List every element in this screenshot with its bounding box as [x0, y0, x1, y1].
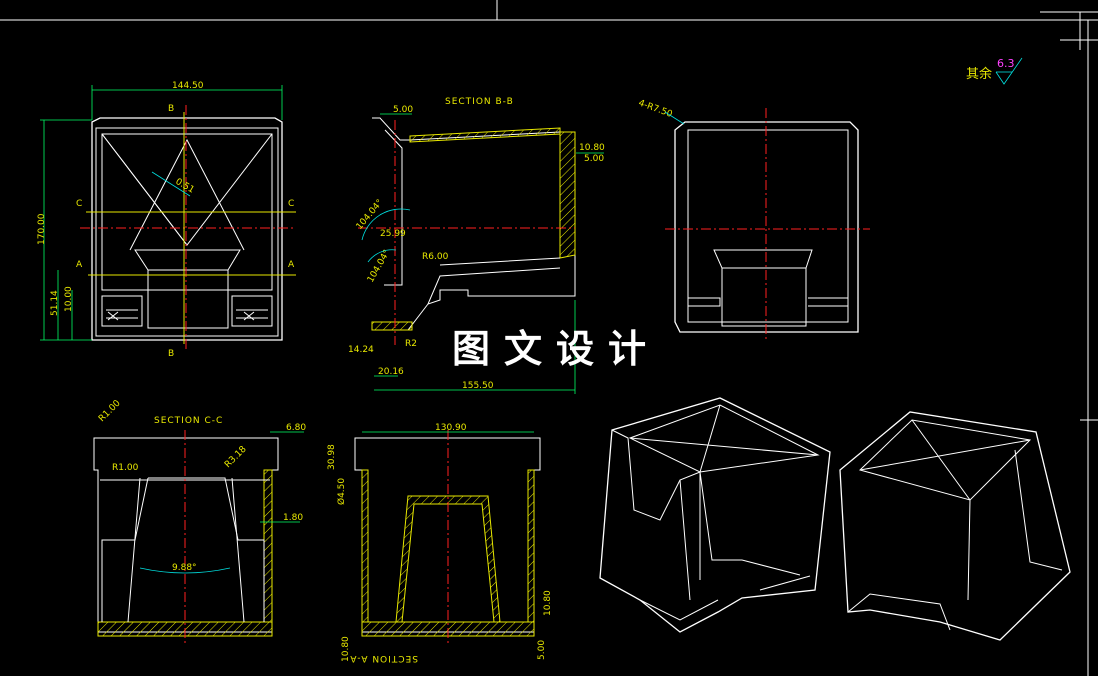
section-c: SECTION C-C R1.00 R1.00 R3.18 6.80 1.80 …: [93, 398, 306, 645]
dim-b-500: 5.00: [393, 105, 413, 115]
dim-b-1080: 10.80: [579, 143, 605, 153]
roughness-label: 其余: [966, 66, 992, 82]
dim-51: 51.14: [50, 290, 60, 316]
dim-10: 10.00: [64, 286, 74, 312]
dim-c-180: 1.80: [283, 513, 303, 523]
dim-b-500b: 5.00: [584, 154, 604, 164]
dim-a-13090: 130.90: [435, 423, 467, 433]
dim-a-1080: 10.80: [543, 590, 553, 616]
top-view-dimensions: 144.50 170.00 51.14 10.00 0.51 B B C C A…: [37, 81, 295, 359]
section-b: SECTION B-B: [358, 97, 576, 345]
dim-c-angle: 9.88°: [172, 563, 197, 573]
dim-c-r1b: R1.00: [112, 463, 139, 473]
top-view: [80, 105, 296, 350]
dim-b-angle2: 104.04°: [366, 248, 393, 284]
isometric-view-right: [839, 411, 1071, 641]
dim-b-r600: R6.00: [422, 252, 449, 262]
dim-height: 170.00: [37, 213, 47, 245]
marker-c-left: C: [76, 199, 82, 209]
isometric-view-left: [599, 397, 831, 633]
roughness-value: 6.3: [997, 57, 1015, 70]
marker-a-left: A: [76, 260, 83, 270]
marker-b-bottom: B: [168, 349, 174, 359]
roughness-symbol: 其余 6.3: [966, 57, 1023, 85]
side-view: 4-R7.50: [637, 98, 870, 340]
dim-c-680: 6.80: [286, 423, 306, 433]
section-a: 130.90 30.98 Ø4.50 10.80 5.00 10.80 SECT…: [327, 423, 553, 663]
section-a-title: SECTION A-A: [349, 653, 418, 663]
watermark: 图文设计: [452, 327, 661, 371]
dim-b-2016: 20.16: [378, 367, 404, 377]
dim-b-r2: R2: [405, 339, 417, 349]
dim-c-r1: R1.00: [97, 398, 123, 424]
dim-corner-radius: 4-R7.50: [637, 98, 674, 120]
dim-a-500: 5.00: [537, 640, 547, 660]
marker-b-top: B: [168, 104, 174, 114]
dim-b-2599: 25.99: [380, 229, 406, 239]
dim-a-450: Ø4.50: [336, 478, 347, 505]
dim-b-15550: 155.50: [462, 381, 494, 391]
dim-b-angle1: 104.04°: [355, 198, 386, 232]
section-b-title: SECTION B-B: [445, 97, 514, 107]
dim-top-width: 144.50: [172, 81, 204, 91]
section-c-title: SECTION C-C: [154, 416, 223, 426]
dim-c-r3: R3.18: [223, 444, 249, 470]
marker-a-right: A: [288, 260, 295, 270]
marker-c-right: C: [288, 199, 294, 209]
dim-a-3098: 30.98: [327, 444, 337, 470]
dim-b-1424: 14.24: [348, 345, 374, 355]
